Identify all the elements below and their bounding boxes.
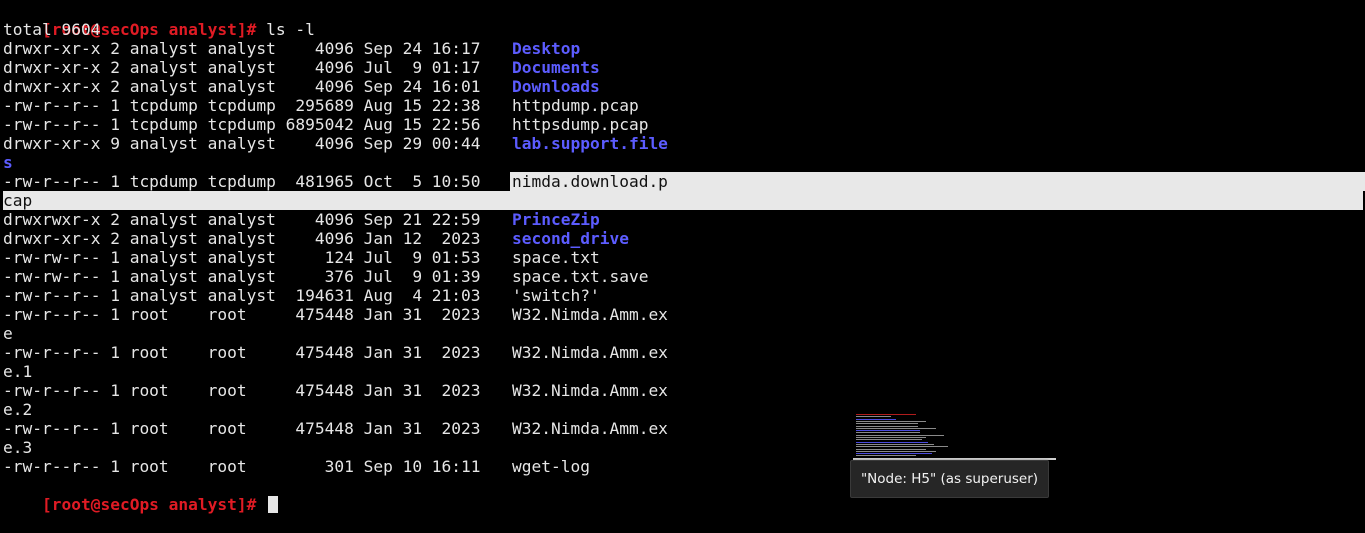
thumbnail-line xyxy=(856,423,918,425)
listing-row: -rw-r--r-- 1 root root 475448 Jan 31 202… xyxy=(3,305,1363,324)
file-name[interactable]: W32.Nimda.Amm.ex xyxy=(512,381,668,400)
file-metadata: -rw-r--r-- 1 tcpdump tcpdump 295689 Aug … xyxy=(3,96,501,115)
file-name[interactable]: wget-log xyxy=(512,457,590,476)
window-thumbnail-icon[interactable] xyxy=(853,412,1056,460)
file-metadata: drwxr-xr-x 2 analyst analyst 4096 Sep 24… xyxy=(3,39,501,58)
file-metadata: -rw-r--r-- 1 root root 475448 Jan 31 202… xyxy=(3,381,501,400)
file-name[interactable]: nimda.download.p xyxy=(512,172,668,191)
file-metadata: -rw-r--r-- 1 root root 475448 Jan 31 202… xyxy=(3,343,501,362)
listing-row: -rw-r--r-- 1 analyst analyst 194631 Aug … xyxy=(3,286,1363,305)
directory-name[interactable]: Documents xyxy=(512,58,600,77)
wrapped-name-continuation: e.2 xyxy=(3,400,1363,419)
thumbnail-line xyxy=(856,455,916,457)
file-name-continuation[interactable]: e.3 xyxy=(3,438,32,457)
directory-name[interactable]: Downloads xyxy=(512,77,600,96)
listing-row: drwxrwxr-x 2 analyst analyst 4096 Sep 21… xyxy=(3,210,1363,229)
thumbnail-line xyxy=(856,418,896,420)
directory-name[interactable]: Desktop xyxy=(512,39,580,58)
wrapped-name-continuation: cap xyxy=(3,191,1363,210)
thumbnail-line xyxy=(856,430,920,432)
command-line: [root@secOps analyst]# ls -l xyxy=(3,1,1363,39)
listing-row: drwxr-xr-x 2 analyst analyst 4096 Sep 24… xyxy=(3,39,1363,58)
listing-output: drwxr-xr-x 2 analyst analyst 4096 Sep 24… xyxy=(3,39,1365,476)
listing-row: -rw-r--r-- 1 root root 475448 Jan 31 202… xyxy=(3,419,1363,438)
file-name[interactable]: W32.Nimda.Amm.ex xyxy=(512,343,668,362)
thumbnail-line xyxy=(856,434,944,436)
file-metadata: drwxrwxr-x 2 analyst analyst 4096 Sep 21… xyxy=(3,210,501,229)
thumbnail-line xyxy=(856,439,922,441)
thumbnail-line xyxy=(856,420,926,422)
listing-row: -rw-rw-r-- 1 analyst analyst 376 Jul 9 0… xyxy=(3,267,1363,286)
total-line: total 9604 xyxy=(3,20,101,39)
file-metadata: -rw-r--r-- 1 root root 475448 Jan 31 202… xyxy=(3,305,501,324)
file-name[interactable]: httpsdump.pcap xyxy=(512,115,648,134)
file-name[interactable]: W32.Nimda.Amm.ex xyxy=(512,419,668,438)
file-name[interactable]: httpdump.pcap xyxy=(512,96,639,115)
window-tooltip: "Node: H5" (as superuser) xyxy=(850,460,1049,498)
listing-row: -rw-r--r-- 1 root root 475448 Jan 31 202… xyxy=(3,381,1363,400)
file-name-continuation[interactable]: e.1 xyxy=(3,362,32,381)
file-metadata: -rw-r--r-- 1 root root 301 Sep 10 16:11 xyxy=(3,457,501,476)
thumbnail-line xyxy=(856,453,932,455)
file-metadata: drwxr-xr-x 2 analyst analyst 4096 Sep 24… xyxy=(3,77,501,96)
file-metadata: drwxr-xr-x 9 analyst analyst 4096 Sep 29… xyxy=(3,134,501,153)
listing-row: -rw-r--r-- 1 tcpdump tcpdump 481965 Oct … xyxy=(3,172,1365,191)
thumbnail-line xyxy=(856,432,920,434)
listing-row: -rw-r--r-- 1 root root 475448 Jan 31 202… xyxy=(3,343,1363,362)
thumbnail-line xyxy=(856,425,918,427)
listing-row: drwxr-xr-x 2 analyst analyst 4096 Jan 12… xyxy=(3,229,1363,248)
file-metadata: -rw-r--r-- 1 analyst analyst 194631 Aug … xyxy=(3,286,491,305)
file-name[interactable]: space.txt xyxy=(512,248,600,267)
current-prompt-line[interactable]: [root@secOps analyst]# xyxy=(3,476,1363,514)
thumbnail-line xyxy=(856,441,928,443)
thumbnail-line xyxy=(856,427,936,429)
listing-row: drwxr-xr-x 2 analyst analyst 4096 Sep 24… xyxy=(3,77,1363,96)
terminal-window[interactable]: [root@secOps analyst]# ls -l total 9604 … xyxy=(3,1,1365,514)
listing-row: drwxr-xr-x 2 analyst analyst 4096 Jul 9 … xyxy=(3,58,1363,77)
directory-name[interactable]: second_drive xyxy=(512,229,629,248)
thumbnail-line xyxy=(856,450,936,452)
listing-row: -rw-rw-r-- 1 analyst analyst 124 Jul 9 0… xyxy=(3,248,1363,267)
file-name[interactable]: space.txt.save xyxy=(512,267,648,286)
file-metadata: -rw-r--r-- 1 root root 475448 Jan 31 202… xyxy=(3,419,501,438)
file-name-continuation[interactable]: s xyxy=(3,153,13,172)
file-name-continuation[interactable]: e.2 xyxy=(3,400,32,419)
file-name-continuation[interactable]: e xyxy=(3,324,13,343)
thumbnail-line xyxy=(856,437,926,438)
directory-name[interactable]: PrinceZip xyxy=(512,210,600,229)
file-metadata: drwxr-xr-x 2 analyst analyst 4096 Jul 9 … xyxy=(3,58,501,77)
block-cursor-icon xyxy=(268,496,279,513)
file-metadata: -rw-rw-r-- 1 analyst analyst 124 Jul 9 0… xyxy=(3,248,501,267)
directory-name[interactable]: lab.support.file xyxy=(512,134,668,153)
shell-prompt: [root@secOps analyst]# xyxy=(41,495,267,514)
thumbnail-line xyxy=(856,443,934,445)
wrapped-name-continuation: e.3 xyxy=(3,438,1363,457)
file-metadata: -rw-r--r-- 1 tcpdump tcpdump 481965 Oct … xyxy=(3,172,501,191)
file-metadata: -rw-rw-r-- 1 analyst analyst 376 Jul 9 0… xyxy=(3,267,501,286)
wrapped-name-continuation: e xyxy=(3,324,1363,343)
file-name[interactable]: W32.Nimda.Amm.ex xyxy=(512,305,668,324)
thumbnail-line xyxy=(856,446,948,448)
file-metadata: drwxr-xr-x 2 analyst analyst 4096 Jan 12… xyxy=(3,229,501,248)
file-metadata: -rw-r--r-- 1 tcpdump tcpdump 6895042 Aug… xyxy=(3,115,501,134)
thumbnail-line xyxy=(856,414,916,415)
file-name-continuation[interactable]: cap xyxy=(3,191,32,210)
wrapped-name-continuation: s xyxy=(3,153,1363,172)
thumbnail-line xyxy=(856,448,926,450)
listing-row: drwxr-xr-x 9 analyst analyst 4096 Sep 29… xyxy=(3,134,1363,153)
wrapped-name-continuation: e.1 xyxy=(3,362,1363,381)
listing-row: -rw-r--r-- 1 tcpdump tcpdump 295689 Aug … xyxy=(3,96,1363,115)
file-name[interactable]: 'switch?' xyxy=(512,286,600,305)
listing-row: -rw-r--r-- 1 root root 301 Sep 10 16:11 … xyxy=(3,457,1363,476)
thumbnail-line xyxy=(856,416,891,418)
listing-row: -rw-r--r-- 1 tcpdump tcpdump 6895042 Aug… xyxy=(3,115,1363,134)
